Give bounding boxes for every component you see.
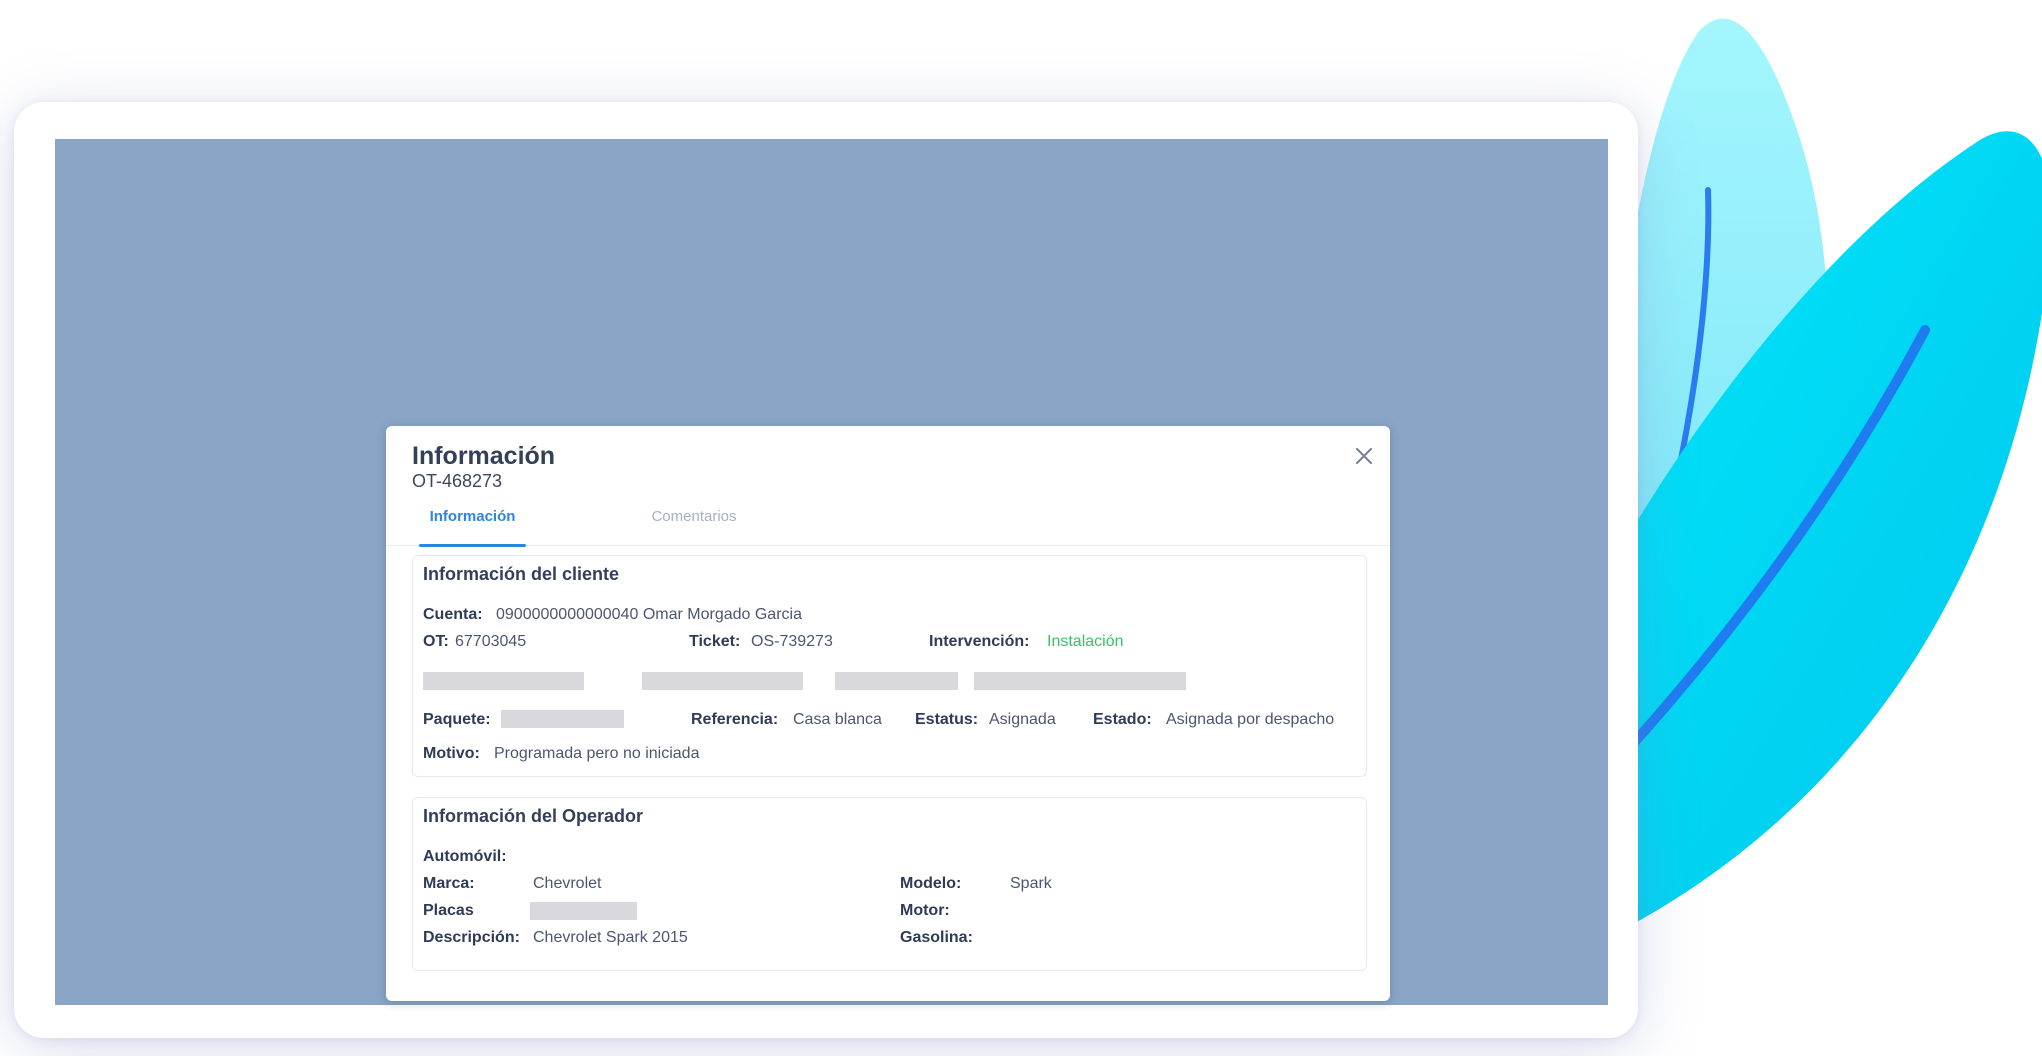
intervencion-value: Instalación	[1047, 633, 1124, 650]
ot-value: 67703045	[455, 633, 527, 650]
redacted-field	[642, 672, 803, 690]
modelo-value: Spark	[1010, 875, 1052, 892]
ot-label: OT:	[423, 633, 449, 650]
operator-info-card: Información del Operador Automóvil: Marc…	[412, 797, 1367, 971]
referencia-value: Casa blanca	[793, 711, 882, 728]
tab-informacion[interactable]: Información	[419, 506, 526, 547]
placas-label: Placas	[423, 902, 474, 919]
motivo-value: Programada pero no iniciada	[494, 745, 700, 762]
marca-label: Marca:	[423, 875, 475, 892]
estado-label: Estado:	[1093, 711, 1152, 728]
close-icon	[1355, 447, 1373, 465]
referencia-label: Referencia:	[691, 711, 779, 728]
motor-label: Motor:	[900, 902, 950, 919]
automovil-label: Automóvil:	[423, 848, 507, 865]
intervencion-label: Intervención:	[929, 633, 1030, 650]
motivo-label: Motivo:	[423, 745, 480, 762]
tab-comentarios[interactable]: Comentarios	[614, 506, 774, 546]
client-info-card: Información del cliente Cuenta: 09000000…	[412, 555, 1367, 777]
screen-backdrop: Información OT-468273 Información Coment…	[55, 139, 1608, 1005]
client-section-title: Información del cliente	[423, 564, 620, 584]
descripcion-label: Descripción:	[423, 929, 520, 946]
modal-subtitle: OT-468273	[412, 471, 503, 491]
estatus-value: Asignada	[989, 711, 1056, 728]
marca-value: Chevrolet	[533, 875, 602, 892]
paquete-label: Paquete:	[423, 711, 491, 728]
tab-bar: Información Comentarios	[386, 506, 1390, 547]
redacted-field	[835, 672, 958, 690]
modelo-label: Modelo:	[900, 875, 962, 892]
info-modal: Información OT-468273 Información Coment…	[386, 426, 1390, 1001]
descripcion-value: Chevrolet Spark 2015	[533, 929, 688, 946]
ticket-label: Ticket:	[689, 633, 741, 650]
redacted-field	[423, 672, 584, 690]
redacted-paquete	[501, 710, 624, 728]
modal-title: Información	[412, 442, 556, 470]
close-button[interactable]	[1350, 442, 1378, 470]
gasolina-label: Gasolina:	[900, 929, 973, 946]
operator-section-title: Información del Operador	[423, 806, 644, 826]
cuenta-value: 0900000000000040 Omar Morgado Garcia	[496, 606, 802, 623]
ticket-value: OS-739273	[751, 633, 833, 650]
cuenta-label: Cuenta:	[423, 606, 483, 623]
estatus-label: Estatus:	[915, 711, 979, 728]
redacted-placas	[530, 902, 637, 920]
estado-value: Asignada por despacho	[1166, 711, 1335, 728]
redacted-field	[974, 672, 1186, 690]
